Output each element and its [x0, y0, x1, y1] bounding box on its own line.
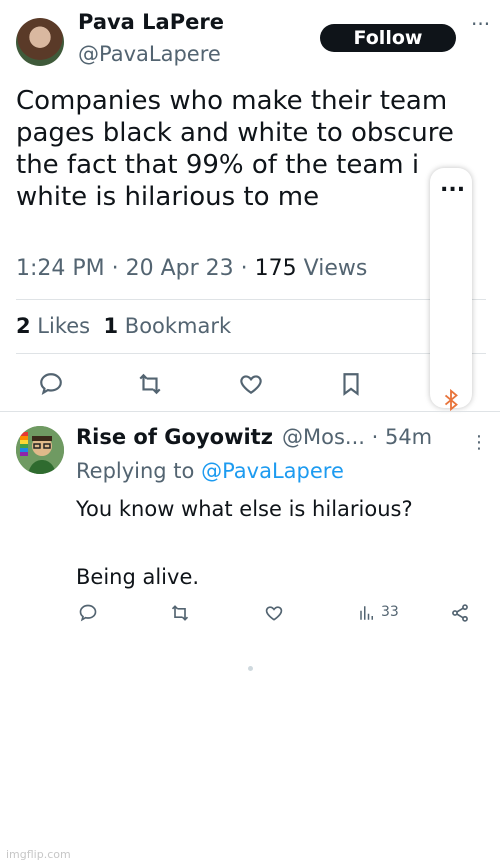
retweet-icon[interactable]	[137, 371, 163, 397]
author-name[interactable]: Pava LaPere	[78, 10, 224, 34]
likes-count: 2	[16, 314, 31, 338]
replying-prefix: Replying to	[76, 459, 202, 483]
author-handle[interactable]: @PavaLapere	[78, 42, 221, 66]
reply-text-line	[76, 526, 486, 560]
heart-icon[interactable]	[238, 371, 264, 397]
bookmarks-count: 1	[103, 314, 119, 338]
divider	[16, 353, 486, 354]
views-count: 175	[254, 256, 297, 281]
overlay-more-icon[interactable]: ...	[440, 172, 465, 197]
views-label: Views	[296, 256, 368, 281]
tweet-text-line: pages black and white to obscure	[16, 118, 454, 148]
reply-reply-icon[interactable]	[78, 603, 98, 623]
views-icon[interactable]	[358, 604, 376, 622]
replying-to: Replying to @PavaLapere	[76, 459, 344, 483]
reply-retweet-icon[interactable]	[170, 603, 190, 623]
loading-dot	[248, 666, 253, 671]
tweet-meta: 1:24 PM · 20 Apr 23 · 175 Views	[16, 256, 367, 281]
likes-label: Likes	[30, 314, 91, 338]
tweet-text-line: Companies who make their team	[16, 86, 448, 116]
floating-panel	[430, 168, 472, 408]
watermark: imgflip.com	[6, 848, 71, 861]
tweet-stats: 2 Likes 1 Bookmark	[16, 314, 231, 338]
share-icon[interactable]	[450, 603, 470, 623]
reply-text: You know what else is hilarious? Being a…	[76, 492, 486, 594]
reply-views-count: 33	[381, 604, 399, 620]
reply-text-line: Being alive.	[76, 565, 200, 589]
tweet-timestamp[interactable]: 1:24 PM · 20 Apr 23 ·	[16, 256, 255, 281]
tweet-text: Companies who make their team pages blac…	[16, 85, 486, 213]
tweet-text-line: the fact that 99% of the team i	[16, 150, 420, 180]
author-avatar[interactable]	[16, 18, 64, 66]
bluetooth-icon[interactable]	[440, 388, 462, 412]
reply-icon[interactable]	[38, 371, 64, 397]
tweet-text-line: white is hilarious to me	[16, 182, 320, 212]
divider	[0, 411, 500, 412]
follow-button[interactable]: Follow	[320, 24, 456, 52]
divider	[16, 299, 486, 300]
bookmarks-label: Bookmark	[124, 314, 232, 338]
replying-handle-link[interactable]: @PavaLapere	[201, 459, 344, 483]
bookmark-icon[interactable]	[338, 371, 364, 397]
reply-author-name[interactable]: Rise of Goyowitz	[76, 425, 273, 449]
reply-more-options-icon[interactable]: ⋮	[470, 432, 488, 453]
reply-text-line: You know what else is hilarious?	[76, 497, 413, 521]
reply-author-handle[interactable]: @Mos... · 54m	[282, 425, 432, 449]
reply-author-avatar[interactable]	[16, 426, 64, 474]
more-options-icon[interactable]: ···	[471, 14, 490, 34]
reply-heart-icon[interactable]	[264, 603, 284, 623]
bookmarks-stat[interactable]: 1 Bookmark	[103, 314, 231, 338]
likes-stat[interactable]: 2 Likes	[16, 314, 90, 338]
